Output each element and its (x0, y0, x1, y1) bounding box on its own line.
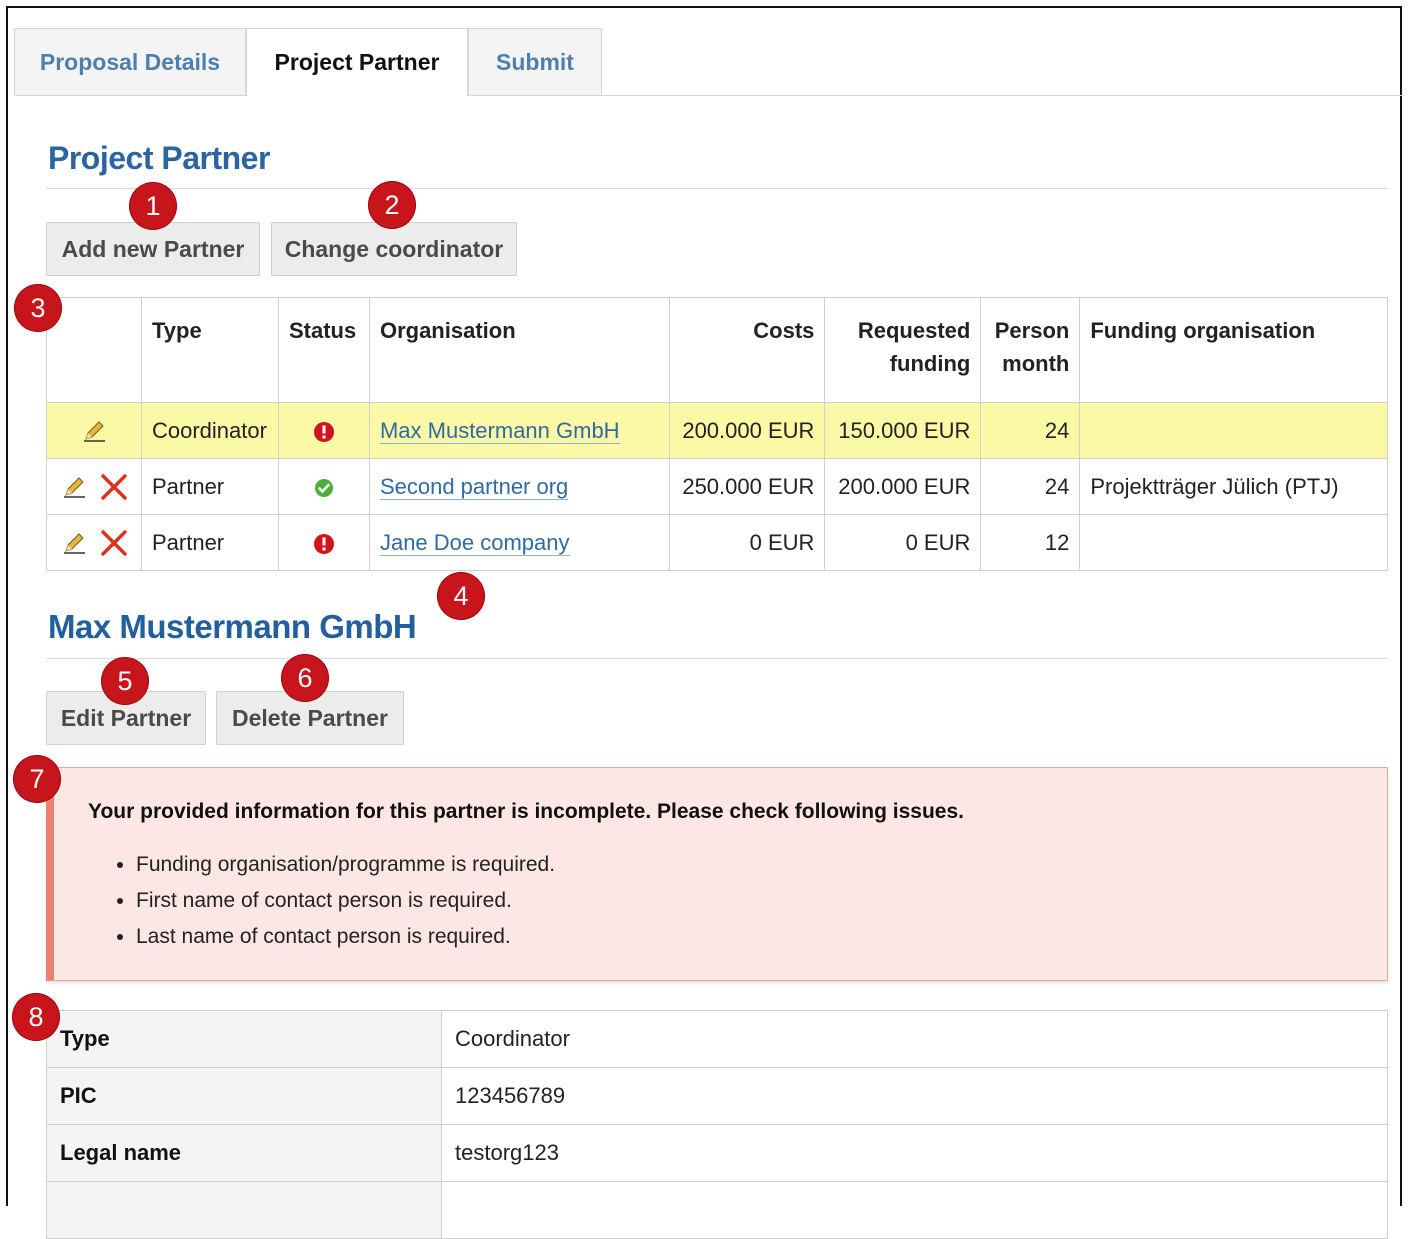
cell-organisation: Max Mustermann GmbH (368, 402, 670, 459)
cell-funding-organisation: Projektträger Jülich (PTJ) (1079, 458, 1388, 515)
partner-details-table: Type Coordinator PIC 123456789 Legal nam… (46, 1010, 1388, 1239)
change-coordinator-button[interactable]: Change coordinator (271, 222, 517, 276)
tab-proposal-details[interactable]: Proposal Details (14, 28, 246, 95)
annotation-badge-8: 8 (12, 993, 60, 1041)
annotation-badge-5: 5 (101, 657, 149, 705)
cell-requested-funding: 200.000 EUR (824, 458, 982, 515)
header-requested-funding: Requested funding (824, 297, 982, 403)
header-status: Status (277, 297, 370, 403)
cell-funding-organisation (1079, 514, 1388, 571)
cell-organisation: Jane Doe company (368, 514, 670, 571)
detail-title-divider (46, 658, 1388, 659)
row-actions (46, 458, 142, 515)
alert-issue-item: Funding organisation/programme is requir… (136, 850, 555, 886)
cell-person-month: 12 (980, 514, 1081, 571)
detail-label: PIC (46, 1067, 442, 1125)
cell-requested-funding: 0 EUR (824, 514, 982, 571)
header-person-month: Person month (980, 297, 1081, 403)
delete-x-icon[interactable] (99, 528, 129, 558)
pencil-icon[interactable] (59, 528, 89, 558)
annotation-badge-3: 3 (14, 284, 62, 332)
header-person-line2: month (1002, 351, 1070, 376)
pencil-icon[interactable] (79, 416, 109, 446)
cell-type: Partner (140, 514, 279, 571)
delete-x-icon[interactable] (99, 472, 129, 502)
tab-project-partner[interactable]: Project Partner (246, 28, 468, 96)
header-type: Type (140, 297, 279, 403)
cell-requested-funding: 150.000 EUR (824, 402, 982, 459)
header-person-line1: Person (994, 318, 1070, 343)
cell-person-month: 24 (980, 402, 1081, 459)
warning-status-icon (313, 533, 335, 555)
cell-type: Partner (140, 458, 279, 515)
warning-status-icon (313, 421, 335, 443)
table-header-row: Type Status Organisation Costs Requested… (46, 297, 1388, 403)
cell-status (277, 514, 370, 571)
detail-label: Legal name (46, 1124, 442, 1182)
annotation-badge-4: 4 (437, 572, 485, 620)
header-requested-line2: funding (889, 351, 971, 376)
add-partner-button[interactable]: Add new Partner (46, 222, 260, 276)
annotation-badge-1: 1 (129, 182, 177, 230)
cell-status (277, 402, 370, 459)
detail-row: PIC 123456789 (46, 1067, 1388, 1125)
cell-costs: 250.000 EUR (668, 458, 826, 515)
alert-issue-item: First name of contact person is required… (136, 886, 555, 922)
organisation-link[interactable]: Second partner org (379, 473, 569, 500)
detail-value: 123456789 (441, 1067, 1388, 1125)
cell-status (277, 458, 370, 515)
detail-label-empty (46, 1181, 442, 1239)
detail-value: testorg123 (441, 1124, 1388, 1182)
header-costs: Costs (668, 297, 826, 403)
cell-type: Coordinator (140, 402, 279, 459)
alert-issue-item: Last name of contact person is required. (136, 922, 555, 958)
detail-label: Type (46, 1010, 442, 1068)
tab-submit[interactable]: Submit (468, 28, 602, 95)
cell-costs: 200.000 EUR (668, 402, 826, 459)
tab-baseline (14, 95, 1404, 96)
cell-costs: 0 EUR (668, 514, 826, 571)
header-funding-organisation: Funding organisation (1079, 297, 1388, 403)
annotation-badge-2: 2 (368, 181, 416, 229)
cell-organisation: Second partner org (368, 458, 670, 515)
cell-funding-organisation (1079, 402, 1388, 459)
header-organisation: Organisation (368, 297, 670, 403)
cell-person-month: 24 (980, 458, 1081, 515)
detail-row: Legal name testorg123 (46, 1124, 1388, 1182)
row-actions (46, 402, 142, 459)
alert-issue-list: Funding organisation/programme is requir… (112, 850, 555, 958)
detail-value: Coordinator (441, 1010, 1388, 1068)
annotation-badge-7: 7 (13, 755, 61, 803)
table-row[interactable]: Coordinator Max Mustermann GmbH 200.000 … (46, 402, 1388, 459)
check-status-icon (313, 477, 335, 499)
detail-row (46, 1181, 1388, 1239)
table-row[interactable]: Partner Jane Doe company 0 EUR 0 EUR 12 (46, 514, 1388, 571)
partner-detail-title: Max Mustermann GmbH (48, 608, 417, 645)
partner-table: Type Status Organisation Costs Requested… (46, 297, 1388, 571)
annotation-badge-6: 6 (281, 654, 329, 702)
organisation-link[interactable]: Jane Doe company (379, 529, 570, 556)
header-requested-line1: Requested (857, 318, 971, 343)
pencil-icon[interactable] (59, 472, 89, 502)
organisation-link[interactable]: Max Mustermann GmbH (379, 417, 620, 444)
incomplete-info-alert: Your provided information for this partn… (46, 767, 1388, 981)
detail-row: Type Coordinator (46, 1010, 1388, 1068)
row-actions (46, 514, 142, 571)
table-row[interactable]: Partner Second partner org 250.000 EUR 2… (46, 458, 1388, 515)
alert-title: Your provided information for this partn… (88, 800, 964, 823)
title-divider (46, 188, 1388, 189)
detail-value-empty (441, 1181, 1388, 1239)
page-title: Project Partner (48, 140, 270, 176)
tab-bar: Proposal Details Project Partner Submit (14, 28, 1404, 96)
